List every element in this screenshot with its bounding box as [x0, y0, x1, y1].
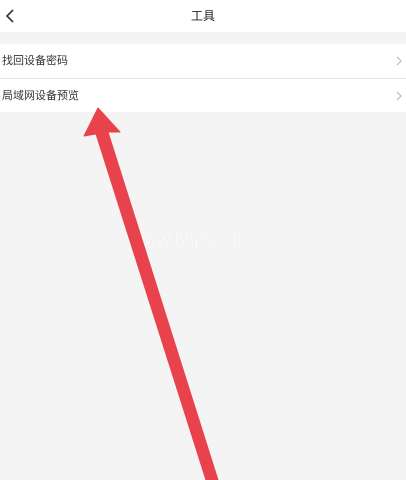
chevron-right-icon: [396, 56, 402, 66]
menu-item-lan-device-preview[interactable]: 局域网设备预览: [0, 78, 406, 112]
menu-item-label: 局域网设备预览: [2, 89, 79, 102]
tools-menu-list: 找回设备密码 局域网设备预览: [0, 44, 406, 112]
page-title: 工具: [190, 9, 215, 23]
menu-item-label: 找回设备密码: [2, 54, 68, 67]
tools-screen: 工具 找回设备密码 局域网设备预览 www.86ps.com: [0, 0, 406, 480]
watermark-text: www.86ps.com: [132, 230, 253, 249]
menu-item-recover-device-password[interactable]: 找回设备密码: [0, 44, 406, 78]
chevron-right-icon: [396, 91, 402, 101]
nav-bar: 工具: [0, 0, 406, 32]
